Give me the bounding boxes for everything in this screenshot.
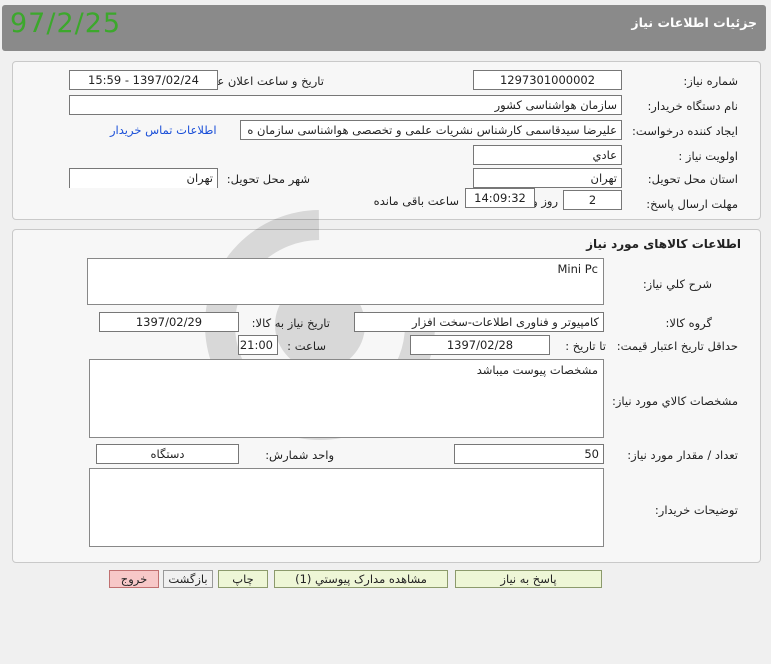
city-field: تهران — [69, 168, 218, 188]
need-number-label: شماره نیاز: — [683, 74, 738, 88]
exit-button[interactable]: خروج — [109, 570, 159, 588]
days-label: روز و — [532, 194, 558, 208]
back-button[interactable]: بازگشت — [163, 570, 213, 588]
creator-field: علیرضا سیدقاسمی کارشناس نشریات علمی و تخ… — [240, 120, 622, 140]
print-button[interactable]: چاپ — [218, 570, 268, 588]
need-date-label: تاریخ نیاز به کالا: — [251, 316, 330, 330]
summary-text: Mini Pc — [557, 262, 598, 276]
attachments-button[interactable]: مشاهده مدارک پیوستي (1) — [274, 570, 448, 588]
quantity-label: تعداد / مقدار مورد نیاز: — [627, 448, 738, 462]
summary-label: شرح کلي نیاز: — [642, 277, 712, 291]
price-validity-label: حداقل تاریخ اعتبار قیمت: — [616, 339, 738, 353]
specs-label: مشخصات کالاي مورد نیاز: — [611, 394, 738, 408]
until-date-label: تا تاریخ : — [565, 339, 606, 353]
city-label: شهر محل تحویل: — [226, 172, 310, 186]
validity-time-label: ساعت : — [287, 339, 326, 353]
stamp-date: 97/2/25 — [10, 8, 122, 39]
goods-section-title: اطلاعات کالاهای مورد نیاز — [586, 237, 741, 251]
summary-field: Mini Pc — [87, 258, 604, 305]
unit-field: دستگاه — [96, 444, 239, 464]
creator-label: ایجاد کننده درخواست: — [632, 124, 738, 138]
need-number-field: 1297301000002 — [473, 70, 622, 90]
need-date-field: 1397/02/29 — [99, 312, 239, 332]
buyer-notes-field — [89, 468, 604, 547]
quantity-value: 50 — [584, 447, 599, 461]
province-label: استان محل تحویل: — [647, 172, 738, 186]
goods-group-label: گروه کالا: — [665, 316, 712, 330]
quantity-field: 50 — [454, 444, 604, 464]
specs-field: مشخصات پیوست میباشد — [89, 359, 604, 438]
priority-label: اولویت نیاز : — [678, 149, 738, 163]
priority-field: عادي — [473, 145, 622, 165]
goods-group-field: کامپیوتر و فناوری اطلاعات-سخت افزار — [354, 312, 604, 332]
buyer-org-label: نام دستگاه خریدار: — [647, 99, 738, 113]
page-title: جزئیات اطلاعات نیاز — [631, 15, 757, 30]
deadline-label: مهلت ارسال پاسخ: — [646, 197, 738, 211]
validity-time-field: 21:00 — [238, 335, 278, 355]
deadline-days-field: 2 — [563, 190, 622, 210]
buyer-notes-label: توضیحات خریدار: — [654, 503, 738, 517]
buyer-org-field: سازمان هواشناسی کشور — [69, 95, 622, 115]
validity-date-field: 1397/02/28 — [410, 335, 550, 355]
announce-field: 1397/02/24 - 15:59 — [69, 70, 218, 90]
unit-label: واحد شمارش: — [265, 448, 334, 462]
buyer-contact-link[interactable]: اطلاعات تماس خریدار — [110, 123, 217, 137]
reply-button[interactable]: پاسخ به نیاز — [455, 570, 602, 588]
province-field: تهران — [473, 168, 622, 188]
deadline-time-field: 14:09:32 — [465, 188, 535, 208]
